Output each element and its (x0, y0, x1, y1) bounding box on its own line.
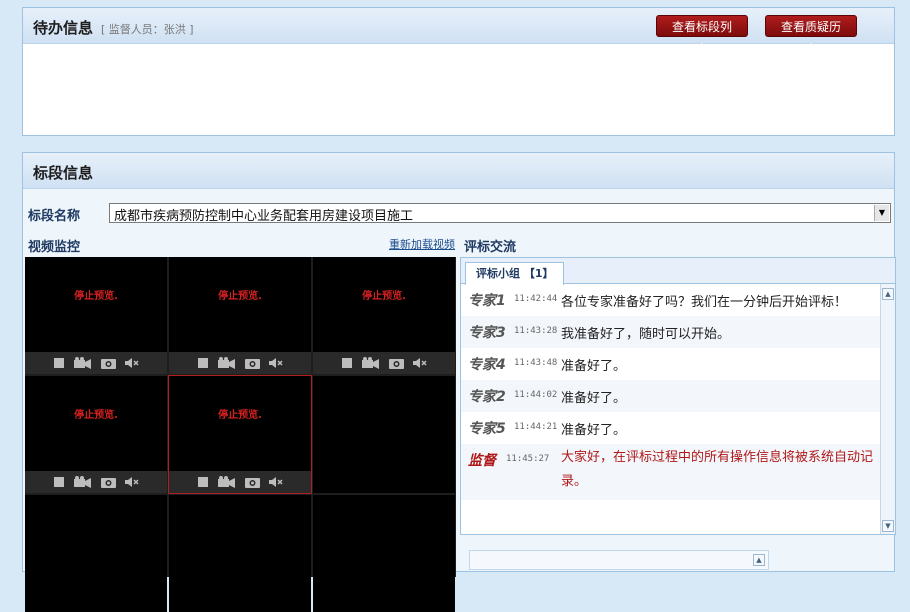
video-cell[interactable] (169, 495, 311, 612)
stop-icon[interactable] (53, 357, 65, 369)
video-controls (169, 352, 311, 374)
message-sender: 专家4 (468, 357, 506, 373)
message-text: 各位专家准备好了吗？我们在一分钟后开始评标！ (561, 295, 848, 310)
snapshot-icon[interactable] (245, 357, 260, 369)
message-text: 大家好，在评标过程中的所有操作信息将被系统自动记录。 (561, 450, 874, 489)
tab-bid-group[interactable]: 评标小组 【1】 (465, 262, 565, 285)
snapshot-icon[interactable] (245, 476, 260, 488)
stop-icon[interactable] (197, 357, 209, 369)
video-controls (313, 352, 455, 374)
message-time: 11:43:28 (514, 326, 558, 336)
stop-icon[interactable] (341, 357, 353, 369)
snapshot-icon[interactable] (389, 357, 404, 369)
message-sender: 专家3 (468, 325, 506, 341)
video-cell[interactable]: 停止预览. (313, 257, 455, 374)
mute-icon[interactable] (269, 476, 283, 488)
view-query-history-button[interactable]: 查看质疑历史 (765, 15, 857, 56)
message-time: 11:43:48 (514, 358, 558, 368)
mute-icon[interactable] (269, 357, 283, 369)
chat-message-list: 专家1 11:42:44 各位专家准备好了吗？我们在一分钟后开始评标！ 专家3 11:4… (461, 284, 881, 500)
message-time: 11:45:27 (506, 454, 550, 464)
view-section-list-button[interactable]: 查看标段列表 (656, 15, 748, 56)
video-controls (169, 471, 311, 493)
record-icon[interactable] (218, 476, 236, 488)
video-cell[interactable] (25, 495, 167, 612)
message-sender: 专家5 (468, 421, 506, 437)
section-select[interactable]: 成都市疾病预防控制中心业务配套用房建设项目施工 ▼ (109, 203, 891, 224)
section-select-value: 成都市疾病预防控制中心业务配套用房建设项目施工 (114, 209, 414, 224)
scroll-up-icon[interactable]: ▲ (753, 554, 765, 566)
video-status-text: 停止预览. (74, 291, 118, 302)
chat-message: 专家3 11:43:28 我准备好了，随时可以开始。 (461, 316, 881, 348)
supervisor-label: [ 监督人员：张洪 ] (101, 23, 194, 36)
mute-icon[interactable] (125, 357, 139, 369)
bid-chat-label: 评标交流 (464, 240, 517, 255)
chevron-down-icon[interactable]: ▼ (874, 205, 889, 221)
message-sender: 专家1 (468, 293, 506, 309)
chat-message: 专家4 11:43:48 准备好了。 (461, 348, 881, 380)
chat-message: 专家2 11:44:02 准备好了。 (461, 380, 881, 412)
message-time: 11:44:02 (514, 390, 558, 400)
scroll-down-icon[interactable]: ▼ (882, 520, 894, 532)
record-icon[interactable] (74, 357, 92, 369)
mute-icon[interactable] (125, 476, 139, 488)
video-cell[interactable] (313, 376, 455, 493)
chat-message: 专家5 11:44:21 准备好了。 (461, 412, 881, 444)
video-cell[interactable]: 停止预览. (25, 376, 167, 493)
video-status-text: 停止预览. (218, 410, 262, 421)
chat-message: 专家1 11:42:44 各位专家准备好了吗？我们在一分钟后开始评标！ (461, 284, 881, 316)
message-time: 11:44:21 (514, 422, 558, 432)
snapshot-icon[interactable] (101, 357, 116, 369)
video-cell[interactable]: 停止预览. (168, 375, 312, 494)
record-icon[interactable] (218, 357, 236, 369)
chat-area: 评标小组 【1】 专家1 11:42:44 各位专家准备好了吗？我们在一分钟后开始评… (460, 257, 896, 535)
message-text: 我准备好了，随时可以开始。 (561, 327, 731, 342)
section-panel-header: 标段信息 (23, 153, 894, 189)
video-cell[interactable]: 停止预览. (25, 257, 167, 374)
stop-icon[interactable] (197, 476, 209, 488)
video-status-text: 停止预览. (74, 410, 118, 421)
snapshot-icon[interactable] (101, 476, 116, 488)
message-text: 准备好了。 (561, 423, 627, 438)
record-icon[interactable] (74, 476, 92, 488)
message-sender: 监督 (468, 453, 496, 469)
video-cell[interactable] (313, 495, 455, 612)
section-title: 标段信息 (33, 164, 94, 182)
todo-panel: 待办信息 [ 监督人员：张洪 ] 查看标段列表 查看质疑历史 (22, 7, 895, 136)
video-grid: 停止预览. 停止预览. 停止预览. 停止预览. 停止预览. (25, 257, 456, 612)
message-sender: 专家2 (468, 389, 506, 405)
video-status-text: 停止预览. (362, 291, 406, 302)
video-status-text: 停止预览. (218, 291, 262, 302)
chat-message: 监督 11:45:27 大家好，在评标过程中的所有操作信息将被系统自动记录。 (461, 444, 881, 500)
video-controls (25, 352, 167, 374)
video-controls (25, 471, 167, 493)
video-monitor-label: 视频监控 (28, 240, 81, 255)
todo-title: 待办信息 (33, 19, 94, 37)
video-cell[interactable]: 停止预览. (169, 257, 311, 374)
message-time: 11:42:44 (514, 294, 558, 304)
chat-tabstrip: 评标小组 【1】 (461, 258, 895, 285)
section-panel: 标段信息 标段名称 成都市疾病预防控制中心业务配套用房建设项目施工 ▼ 视频监控… (22, 152, 896, 612)
chat-input-area[interactable]: ▲ (469, 550, 769, 570)
reload-video-link[interactable]: 重新加载视频 (389, 236, 455, 252)
mute-icon[interactable] (413, 357, 427, 369)
section-name-label: 标段名称 (28, 209, 81, 224)
stop-icon[interactable] (53, 476, 65, 488)
scroll-up-icon[interactable]: ▲ (882, 288, 894, 300)
message-text: 准备好了。 (561, 391, 627, 406)
chat-scrollbar[interactable]: ▲ ▼ (880, 284, 895, 534)
record-icon[interactable] (362, 357, 380, 369)
todo-panel-header: 待办信息 [ 监督人员：张洪 ] 查看标段列表 查看质疑历史 (23, 8, 894, 56)
message-text: 准备好了。 (561, 359, 627, 374)
